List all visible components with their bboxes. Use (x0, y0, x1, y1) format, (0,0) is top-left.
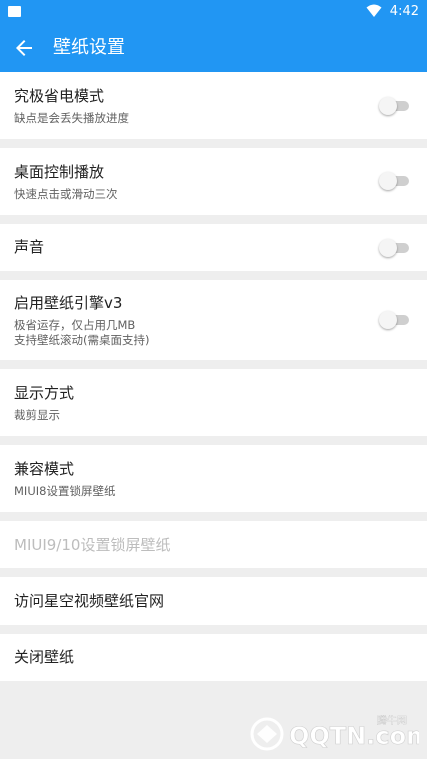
status-bar: 4:42 (0, 0, 427, 24)
setting-summary-line2: 支持壁纸滚动(需桌面支持) (14, 333, 150, 347)
desktop-control-switch[interactable] (379, 171, 409, 191)
watermark-subtext: 腾牛网 (377, 714, 407, 727)
setting-visit-website[interactable]: 访问星空视频壁纸官网 (0, 577, 427, 625)
setting-title: 桌面控制播放 (14, 163, 105, 181)
setting-display-mode[interactable]: 显示方式 裁剪显示 (0, 369, 427, 436)
setting-title: 显示方式 (14, 384, 75, 402)
setting-summary-line1: 极省运存，仅占用几MB (14, 318, 136, 332)
setting-title: MIUI9/10设置锁屏壁纸 (14, 536, 171, 554)
setting-wallpaper-engine-v3[interactable]: 启用壁纸引擎v3 极省运存，仅占用几MB 支持壁纸滚动(需桌面支持) (0, 280, 427, 360)
setting-compatibility-mode[interactable]: 兼容模式 MIUI8设置锁屏壁纸 (0, 445, 427, 512)
setting-summary: 裁剪显示 (14, 408, 60, 422)
watermark-logo: QQTN.com 腾牛网 (250, 714, 419, 751)
setting-summary: 缺点是会丢失播放进度 (14, 111, 129, 125)
app-bar: 壁纸设置 (0, 24, 427, 72)
notification-icon (8, 6, 21, 17)
back-arrow-icon[interactable] (12, 36, 36, 60)
wallpaper-engine-switch[interactable] (379, 310, 409, 330)
setting-ultra-power-saving[interactable]: 究极省电模式 缺点是会丢失播放进度 (0, 72, 427, 139)
setting-title: 兼容模式 (14, 460, 75, 478)
setting-close-wallpaper[interactable]: 关闭壁纸 (0, 634, 427, 681)
setting-summary: 快速点击或滑动三次 (14, 187, 118, 201)
sound-switch[interactable] (379, 238, 409, 258)
setting-title: 启用壁纸引擎v3 (14, 294, 123, 312)
setting-title: 关闭壁纸 (14, 648, 75, 666)
wifi-icon (366, 4, 382, 17)
setting-desktop-control-playback[interactable]: 桌面控制播放 快速点击或滑动三次 (0, 148, 427, 215)
ultra-power-saving-switch[interactable] (379, 96, 409, 116)
setting-sound[interactable]: 声音 (0, 224, 427, 271)
setting-miui910-lockscreen: MIUI9/10设置锁屏壁纸 (0, 521, 427, 568)
page-title: 壁纸设置 (53, 37, 125, 58)
setting-title: 究极省电模式 (14, 87, 105, 105)
setting-title: 声音 (14, 238, 45, 256)
setting-title: 访问星空视频壁纸官网 (14, 592, 165, 610)
setting-summary: MIUI8设置锁屏壁纸 (14, 484, 116, 498)
status-time: 4:42 (389, 4, 419, 19)
